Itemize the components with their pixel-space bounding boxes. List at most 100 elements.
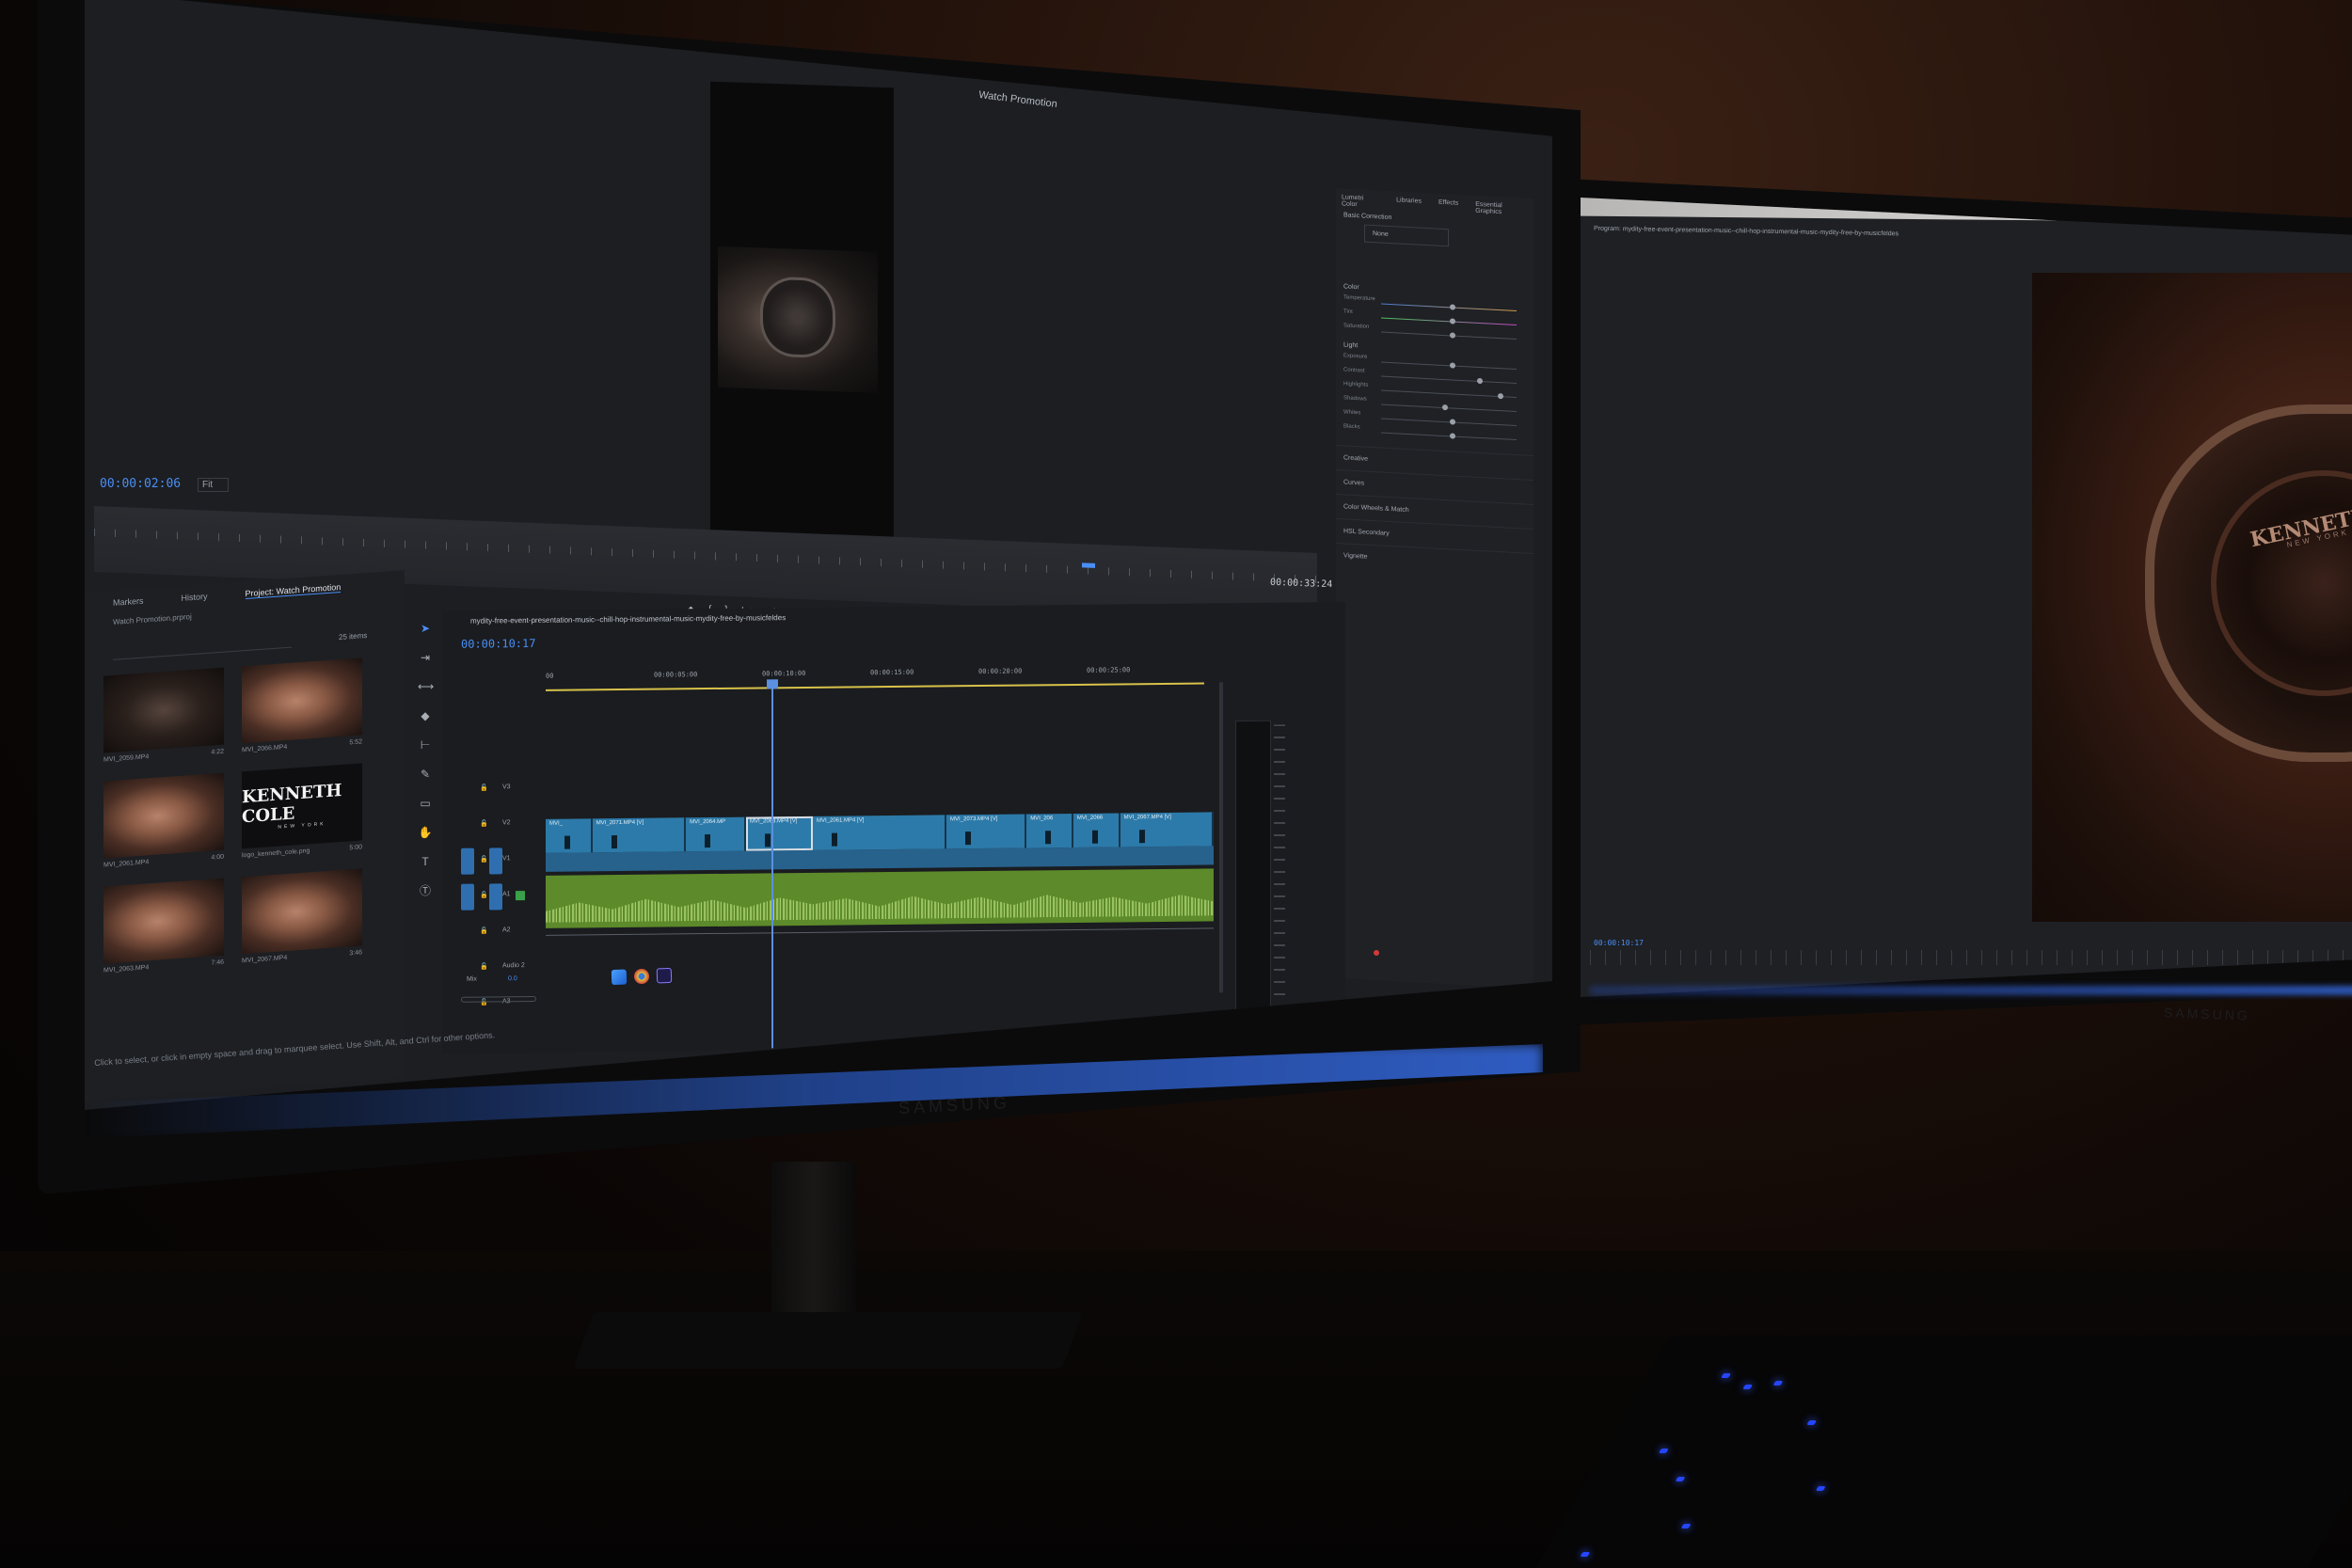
project-thumbnail[interactable]: MVI_2061.MP4 4:00 xyxy=(103,772,230,875)
clip-label: MVI_2067.MP4 [V] xyxy=(1123,814,1171,821)
type-tool-icon[interactable]: T xyxy=(418,854,433,869)
thumbnail-name: MVI_2063.MP4 xyxy=(103,964,150,974)
project-tab[interactable]: Markers xyxy=(113,596,144,609)
video-clip[interactable]: MVI_2061.MP4 [V] xyxy=(813,815,946,850)
mute-button[interactable] xyxy=(516,891,525,901)
lock-icon[interactable]: 🔓 xyxy=(480,891,488,898)
ripple-edit-tool-icon[interactable]: ⟷ xyxy=(418,679,434,694)
video-clip[interactable]: MVI_2066 xyxy=(1073,813,1120,847)
timeline-timecode[interactable]: 00:00:10:17 xyxy=(461,637,535,651)
project-thumbnail[interactable]: KENNETH COLE NEW YORK logo_kenneth_cole.pn… xyxy=(242,763,369,865)
slider-track[interactable] xyxy=(1381,375,1517,385)
video-clip[interactable]: MVI_2071.MP4 [V] xyxy=(592,817,687,853)
hand-tool-icon[interactable]: ✋ xyxy=(418,825,433,840)
track-header[interactable]: 🔓 V1 xyxy=(461,842,536,879)
project-thumbnail[interactable]: MVI_2059.MP4 4:22 xyxy=(103,667,230,769)
pen-tool-icon[interactable]: ✎ xyxy=(418,767,433,782)
lumetri-tab[interactable]: Lumetri Color xyxy=(1342,194,1379,209)
track-header[interactable]: 🔓 V2 xyxy=(461,806,536,843)
slider-track[interactable] xyxy=(1381,418,1517,427)
timeline-zoom-scrollbar[interactable] xyxy=(461,995,536,1003)
input-lut-select[interactable]: None xyxy=(1364,224,1449,247)
video-clip[interactable]: MVI_2068.MP4 [V] xyxy=(746,816,813,851)
slider-knob[interactable] xyxy=(1476,377,1483,385)
slider-knob[interactable] xyxy=(1449,318,1455,325)
mix-value[interactable]: 0.0 xyxy=(508,975,517,982)
clip-marker xyxy=(1045,831,1052,845)
lock-icon[interactable]: 🔓 xyxy=(480,819,488,827)
right-scrub-bar[interactable] xyxy=(1590,950,2352,965)
record-indicator-icon xyxy=(1373,949,1380,957)
project-thumbnail[interactable]: MVI_2063.MP4 7:46 xyxy=(103,878,230,980)
lumetri-tab[interactable]: Effects xyxy=(1438,199,1458,214)
video-clip[interactable]: MVI_2067.MP4 [V] xyxy=(1120,812,1214,847)
slider-knob[interactable] xyxy=(1449,304,1455,310)
chrome-icon[interactable] xyxy=(633,968,650,985)
lock-icon[interactable]: 🔓 xyxy=(480,927,488,934)
video-clip[interactable]: MVI_206 xyxy=(1026,813,1073,848)
project-panel: Markers History Project: Watch Promotion W… xyxy=(85,570,405,1101)
rectangle-tool-icon[interactable]: ▭ xyxy=(418,796,433,811)
scrub-ticks xyxy=(94,529,1317,583)
vertical-type-tool-icon[interactable]: Ⓣ xyxy=(418,883,433,898)
slider-knob[interactable] xyxy=(1497,392,1503,400)
lumetri-tab[interactable]: Libraries xyxy=(1396,197,1422,211)
slider-track[interactable] xyxy=(1381,317,1517,326)
program-playhead[interactable] xyxy=(1082,562,1095,568)
track-header[interactable]: 🔓 A2 xyxy=(461,913,536,950)
track-target-toggle[interactable] xyxy=(489,847,502,875)
lock-icon[interactable]: 🔓 xyxy=(480,962,488,970)
source-patch-toggle[interactable] xyxy=(461,883,474,911)
track-header[interactable]: 🔓 V3 xyxy=(461,770,536,807)
ruler-tick-label: 00:00:20:00 xyxy=(978,667,1023,676)
slider-knob[interactable] xyxy=(1449,433,1455,439)
fit-select[interactable]: Fit xyxy=(198,478,230,492)
project-tab[interactable]: Project: Watch Promotion xyxy=(245,581,342,600)
source-patch-toggle[interactable] xyxy=(461,847,474,875)
track-target-toggle[interactable] xyxy=(489,883,502,911)
right-program-tab[interactable]: Program: mydity-free-event-presentation-… xyxy=(1594,226,1951,239)
program-timecode[interactable]: 00:00:02:06 xyxy=(100,477,181,491)
video-clip[interactable]: MVI_2064.MP xyxy=(686,816,746,852)
timeline-vertical-scrollbar[interactable] xyxy=(1219,682,1223,993)
selection-tool-icon[interactable]: ➤ xyxy=(418,621,433,636)
right-program-video: KENNETH COLE NEW YORK xyxy=(2032,273,2352,922)
audio-track-a1[interactable] xyxy=(546,868,1214,928)
video-clip[interactable]: MVI_2073.MP4 [V] xyxy=(946,814,1027,849)
lock-icon[interactable]: 🔓 xyxy=(480,855,488,863)
slip-tool-icon[interactable]: ⊢ xyxy=(418,737,433,752)
project-thumbnail[interactable]: MVI_2067.MP4 3:46 xyxy=(242,868,369,971)
sequence-tab[interactable]: mydity-free-event-presentation-music--ch… xyxy=(470,611,960,626)
slider-track[interactable] xyxy=(1381,361,1517,371)
razor-tool-icon[interactable]: ◆ xyxy=(418,708,433,723)
thumbnail-duration: 3:46 xyxy=(349,949,362,958)
mix-label: Mix xyxy=(467,975,477,983)
track-select-tool-icon[interactable]: ⇥ xyxy=(418,650,433,665)
keyboard-backlight xyxy=(1680,1524,1692,1528)
audio-track-a2[interactable] xyxy=(546,927,1214,936)
track-header[interactable]: 🔓 A1 xyxy=(461,878,536,914)
timeline-playhead[interactable] xyxy=(771,681,773,1049)
keyboard-backlight xyxy=(1772,1381,1784,1386)
windows-start-icon[interactable] xyxy=(611,969,628,986)
project-tab[interactable]: History xyxy=(182,592,208,604)
slider-knob[interactable] xyxy=(1449,419,1455,425)
track-header[interactable]: 🔓 A3 xyxy=(461,985,536,1022)
program-monitor-frame[interactable] xyxy=(710,81,894,549)
lumetri-tab[interactable]: Essential Graphics xyxy=(1475,201,1528,217)
project-thumbnail[interactable]: MVI_2066.MP4 5:52 xyxy=(242,657,369,760)
slider-track[interactable] xyxy=(1381,389,1517,399)
project-search-input[interactable] xyxy=(113,634,292,660)
slider-knob[interactable] xyxy=(1442,404,1449,411)
slider-knob[interactable] xyxy=(1449,362,1455,369)
slider-track[interactable] xyxy=(1381,432,1517,441)
program-sequence-title: Watch Promotion xyxy=(977,88,1058,111)
slider-track[interactable] xyxy=(1381,404,1517,413)
right-timecode[interactable]: 00:00:10:17 xyxy=(1594,939,1644,947)
lock-icon[interactable]: 🔓 xyxy=(480,784,488,791)
video-clip[interactable]: MVI_ xyxy=(546,818,593,853)
premiere-pro-icon[interactable] xyxy=(656,967,673,984)
slider-track[interactable] xyxy=(1381,331,1517,341)
slider-knob[interactable] xyxy=(1449,332,1455,339)
slider-track[interactable] xyxy=(1381,303,1517,312)
